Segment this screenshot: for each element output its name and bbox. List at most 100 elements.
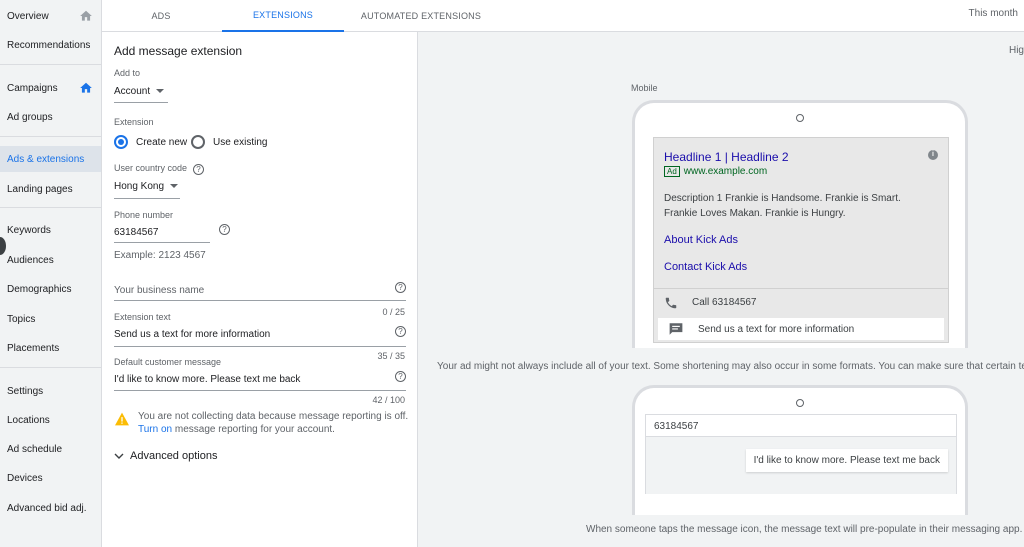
extension-text-underline: [114, 346, 406, 347]
sidebar-item-landing-pages[interactable]: Landing pages: [0, 176, 101, 202]
ad-url-row: Ad www.example.com: [664, 166, 767, 177]
add-to-dropdown[interactable]: Account: [114, 86, 165, 97]
ad-url: www.example.com: [683, 166, 768, 177]
home-icon: [80, 82, 92, 93]
business-name-underline: [114, 300, 406, 301]
help-icon[interactable]: ?: [395, 326, 406, 337]
add-to-label: Add to: [114, 68, 141, 78]
sidebar-divider: [0, 367, 101, 368]
sidebar-item-label: Keywords: [7, 224, 51, 236]
sidebar-item-label: Settings: [7, 385, 44, 397]
preview-footer-note: When someone taps the message icon, the …: [586, 524, 1023, 535]
sidebar-item-recommendations[interactable]: Recommendations: [0, 32, 101, 58]
ad-card: i Headline 1 | Headline 2 Ad www.example.…: [653, 137, 949, 343]
use-existing-radio[interactable]: [191, 135, 205, 149]
ad-preview-panel: Hig Mobile i Headline 1 | Headline 2 Ad w…: [418, 32, 1024, 547]
form-title: Add message extension: [114, 44, 243, 58]
messaging-app-preview: 63184567 I'd like to know more. Please t…: [632, 385, 968, 515]
default-message-underline: [114, 390, 406, 391]
sidebar-item-label: Audiences: [7, 254, 54, 266]
sidebar-divider: [0, 64, 101, 65]
preview-corner-text: Hig: [1008, 45, 1024, 56]
sitelink-about[interactable]: About Kick Ads: [664, 234, 738, 246]
tab-label: EXTENSIONS: [252, 10, 313, 20]
sidebar-item-topics[interactable]: Topics: [0, 306, 101, 332]
phone-camera-icon: [796, 114, 804, 122]
extension-text-input[interactable]: Send us a text for more information: [114, 329, 270, 340]
dropdown-arrow-icon: [170, 184, 179, 189]
sidebar-item-demographics[interactable]: Demographics: [0, 276, 101, 302]
tab-automated-extensions[interactable]: AUTOMATED EXTENSIONS: [354, 0, 488, 32]
extension-text-counter: 35 / 35: [377, 351, 405, 361]
ad-description: Description 1 Frankie is Handsome. Frank…: [664, 193, 901, 219]
message-row[interactable]: Send us a text for more information: [658, 318, 944, 340]
help-icon[interactable]: ?: [395, 371, 406, 382]
warning-text: You are not collecting data because mess…: [138, 411, 409, 422]
sidebar-item-audiences[interactable]: Audiences: [0, 247, 101, 273]
message-icon: [669, 323, 683, 335]
sidebar-item-ad-schedule[interactable]: Ad schedule: [0, 436, 101, 462]
country-code-value: Hong Kong: [114, 181, 165, 192]
add-to-underline: [114, 102, 168, 103]
country-code-label: User country code: [114, 163, 188, 173]
phone-number-underline: [114, 242, 210, 243]
sidebar-item-label: Demographics: [7, 283, 72, 295]
sidebar-item-ad-groups[interactable]: Ad groups: [0, 104, 101, 130]
sidebar-item-label: Overview: [7, 10, 49, 22]
use-existing-label[interactable]: Use existing: [213, 137, 267, 148]
sidebar-item-locations[interactable]: Locations: [0, 407, 101, 433]
sidebar-item-settings[interactable]: Settings: [0, 378, 101, 404]
sidebar-item-label: Devices: [7, 472, 43, 484]
chevron-down-icon: [114, 453, 124, 459]
help-icon[interactable]: ?: [395, 282, 406, 293]
info-icon[interactable]: i: [928, 150, 938, 160]
phone-number-label: Phone number: [114, 210, 174, 220]
business-name-input[interactable]: Your business name: [114, 285, 204, 296]
messaging-thread: 63184567 I'd like to know more. Please t…: [645, 414, 957, 494]
date-range-selector[interactable]: This month: [969, 8, 1018, 19]
tab-label: ADS: [151, 11, 171, 21]
sidebar-item-label: Advanced bid adj.: [7, 502, 87, 514]
call-row[interactable]: Call 63184567: [654, 288, 948, 316]
sidebar-item-advanced-bid-adj[interactable]: Advanced bid adj.: [0, 495, 101, 521]
create-new-label[interactable]: Create new: [136, 137, 187, 148]
advanced-options-toggle[interactable]: Advanced options: [114, 450, 217, 462]
sidebar-divider: [0, 136, 101, 137]
sitelink-contact[interactable]: Contact Kick Ads: [664, 261, 747, 273]
message-extension-form: Add message extension Add to Account Ext…: [102, 32, 418, 547]
sidebar-item-label: Recommendations: [7, 39, 91, 51]
sidebar-item-ads-extensions[interactable]: Ads & extensions: [0, 146, 101, 172]
sidebar-item-label: Topics: [7, 313, 36, 325]
sidebar-divider: [0, 207, 101, 208]
advanced-options-label: Advanced options: [130, 450, 218, 462]
create-new-radio[interactable]: [114, 135, 128, 149]
tab-extensions[interactable]: EXTENSIONS: [222, 0, 344, 32]
turn-on-link[interactable]: Turn on: [138, 424, 172, 435]
ad-badge: Ad: [664, 166, 680, 177]
tab-label: AUTOMATED EXTENSIONS: [360, 11, 482, 21]
ad-headline[interactable]: Headline 1 | Headline 2: [664, 150, 789, 164]
default-message-input[interactable]: I'd like to know more. Please text me ba…: [114, 374, 300, 385]
sidebar-item-label: Campaigns: [7, 82, 58, 94]
help-icon[interactable]: ?: [193, 164, 204, 175]
message-bubble: I'd like to know more. Please text me ba…: [745, 449, 948, 472]
sidebar-item-campaigns[interactable]: Campaigns: [0, 75, 101, 101]
tab-ads[interactable]: ADS: [124, 0, 198, 32]
default-message-counter: 42 / 100: [372, 395, 405, 405]
call-text: Call 63184567: [692, 297, 757, 308]
message-reporting-warning: You are not collecting data because mess…: [138, 410, 408, 436]
sidebar-item-label: Landing pages: [7, 183, 73, 195]
country-code-dropdown[interactable]: Hong Kong: [114, 181, 179, 192]
phone-number-input[interactable]: 63184567: [114, 227, 159, 238]
sidebar-item-keywords[interactable]: Keywords: [0, 217, 101, 243]
sidebar-item-overview[interactable]: Overview: [0, 3, 101, 29]
sidebar-item-placements[interactable]: Placements: [0, 335, 101, 361]
help-icon[interactable]: ?: [219, 224, 230, 235]
warning-icon: [115, 412, 129, 426]
message-recipient-number: 63184567: [646, 415, 956, 437]
sidebar-item-label: Ad schedule: [7, 443, 63, 455]
phone-icon: [665, 297, 677, 308]
sidebar-item-devices[interactable]: Devices: [0, 465, 101, 491]
home-icon: [80, 10, 92, 21]
default-message-label: Default customer message: [114, 357, 222, 367]
